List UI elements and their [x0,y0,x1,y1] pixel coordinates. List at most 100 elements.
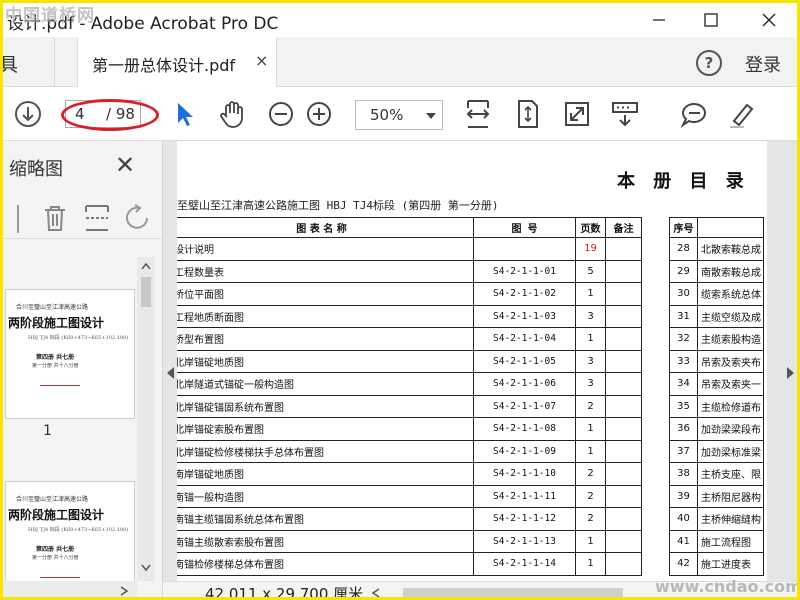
table-row: 桥型布置图 S4-2-1-1-04 1 [177,327,642,351]
thumbnail-scrollbar[interactable] [137,257,155,581]
row-name: 北岸锚碇索股布置图 [177,417,474,441]
rotate-icon[interactable] [123,203,153,237]
row-remark [605,529,642,553]
thumb1-line4: 第一分册 共十八分册 [32,363,79,369]
row-name: 桥型布置图 [177,327,474,351]
table2-header-name [697,217,764,238]
row-remark [605,439,642,463]
thumb2-stamp [40,568,80,578]
row-pages: 2 [575,462,606,486]
scroll-left-icon[interactable] [371,587,381,599]
row-number: 41 [669,529,698,553]
row-pages: 1 [575,529,606,553]
table-row: 桥位平面图 S4-2-1-1-02 1 [177,282,642,306]
row-remark [605,462,642,486]
scroll-mode-icon[interactable] [608,97,642,131]
scrollbar-thumb[interactable] [141,277,151,307]
row-number: 29 [669,259,698,283]
table-row: 南锚主缆锚固系统总体布置图 S4-2-1-1-12 2 [177,507,642,531]
row-name: 南岸锚碇地质图 [177,462,474,486]
select-cursor-icon[interactable] [167,97,201,131]
full-screen-icon[interactable] [560,97,594,131]
document-view[interactable]: 本 册 目 录 至璧山至江津高速公路施工图 HBJ TJ4标段 (第四册 第一分… [163,141,797,597]
comment-icon[interactable] [677,97,711,131]
row-number: 28 [669,237,698,261]
thumb1-title: 两阶段施工图设计 [8,316,105,330]
table-row: 40 主桥伸缩缝构 [669,507,764,531]
table-row: 38 主桥支座、限 [669,462,764,486]
row-code: S4-2-1-1-02 [473,282,576,306]
row-number: 32 [669,327,698,351]
zoom-in-icon[interactable] [302,97,336,131]
title-bar: 设计.pdf - Adobe Acrobat Pro DC 中国道桥网 [3,3,797,37]
row-name: 主桥阻尼器构 [697,484,764,508]
table-row: 设计说明 19 [177,237,642,261]
thumb1-stamp [40,376,80,386]
hand-tool-icon[interactable] [215,97,249,131]
thumb1-line3: 第四册 共七册 [36,354,75,361]
table-row: 28 北散索鞍总成 [669,237,764,261]
table-header-row: 图 表 名 称 图 号 页数 备注 [177,217,642,238]
row-remark [605,282,642,306]
panel-title: 缩略图 [9,159,63,180]
row-code [473,237,576,261]
row-number: 39 [669,484,698,508]
page-subtitle: 至璧山至江津高速公路施工图 HBJ TJ4标段 (第四册 第一分册) [177,199,499,212]
table-row: 31 主缆空缆及成 [669,304,764,328]
row-name: 吊索及索夹布 [697,349,764,373]
row-name: 加劲梁标准梁 [697,439,764,463]
maximize-icon[interactable] [691,7,731,33]
table-header-name: 图 表 名 称 [177,217,474,238]
row-code: S4-2-1-1-11 [473,484,576,508]
acrobat-window: 设计.pdf - Adobe Acrobat Pro DC 中国道桥网 具 第一… [0,0,800,600]
delete-icon[interactable] [41,203,69,237]
thumbnail-hscrollbar[interactable] [3,581,137,597]
row-remark [605,259,642,283]
table-row: 南岸锚碇地质图 S4-2-1-1-10 2 [177,462,642,486]
table-row: 32 主缆索股构造 [669,327,764,351]
thumb1-line1: 合川至璧山至江津高速公路 [16,304,89,311]
table-row: 36 加劲梁梁段布 [669,417,764,441]
thumbnail-page-1[interactable]: 合川至璧山至江津高速公路 两阶段施工图设计 HBJ TJ4 标段 (K60+47… [5,289,135,419]
scroll-down-icon[interactable] [140,563,152,573]
contents-table-right: 序号 28 北散索鞍总成 29 南散索鞍总成 30 缆索系统总体 31 主缆空缆及成 32 主缆索… [669,217,764,576]
zoom-level-select[interactable]: 50% [355,100,443,130]
row-pages: 19 [575,237,606,261]
login-button[interactable]: 登录 [745,51,781,77]
zoom-out-icon[interactable] [264,97,298,131]
hscroll-thumb[interactable] [403,588,623,597]
tab-close-icon[interactable]: × [255,51,268,70]
table-row: 北岸锚碇地质图 S4-2-1-1-05 3 [177,349,642,373]
row-remark [605,394,642,418]
row-name: 施工流程图 [697,529,764,553]
scroll-right-icon[interactable] [119,585,129,597]
next-page-icon[interactable] [11,97,45,131]
row-remark [605,417,642,441]
panel-close-icon[interactable]: ✕ [115,151,135,179]
collapse-left-icon[interactable] [167,367,174,379]
table2-header-no: 序号 [669,217,698,238]
minimize-icon[interactable] [639,7,679,33]
fit-page-icon[interactable] [511,97,545,131]
divider [17,205,19,233]
row-code: S4-2-1-1-01 [473,259,576,283]
close-icon[interactable] [749,7,789,33]
help-icon[interactable]: ? [696,50,722,76]
row-number: 38 [669,462,698,486]
row-pages: 1 [575,417,606,441]
highlight-pen-icon[interactable] [725,97,759,131]
row-code: S4-2-1-1-13 [473,529,576,553]
extract-pages-icon[interactable] [83,203,111,237]
collapse-right-icon[interactable] [787,367,794,379]
table-header-code: 图 号 [473,217,576,238]
table-row: 41 施工流程图 [669,529,764,553]
table-row: 42 施工进度表 [669,552,764,576]
row-pages: 1 [575,282,606,306]
row-name: 北岸锚碇检修楼梯扶手总体布置图 [177,439,474,463]
tab-document[interactable]: 第一册总体设计.pdf × [77,37,277,87]
watermark-bottom: www.cndao.com [655,577,800,596]
row-number: 33 [669,349,698,373]
tab-tools[interactable]: 具 [3,37,55,87]
fit-width-icon[interactable] [461,97,495,131]
scroll-up-icon[interactable] [140,261,152,271]
